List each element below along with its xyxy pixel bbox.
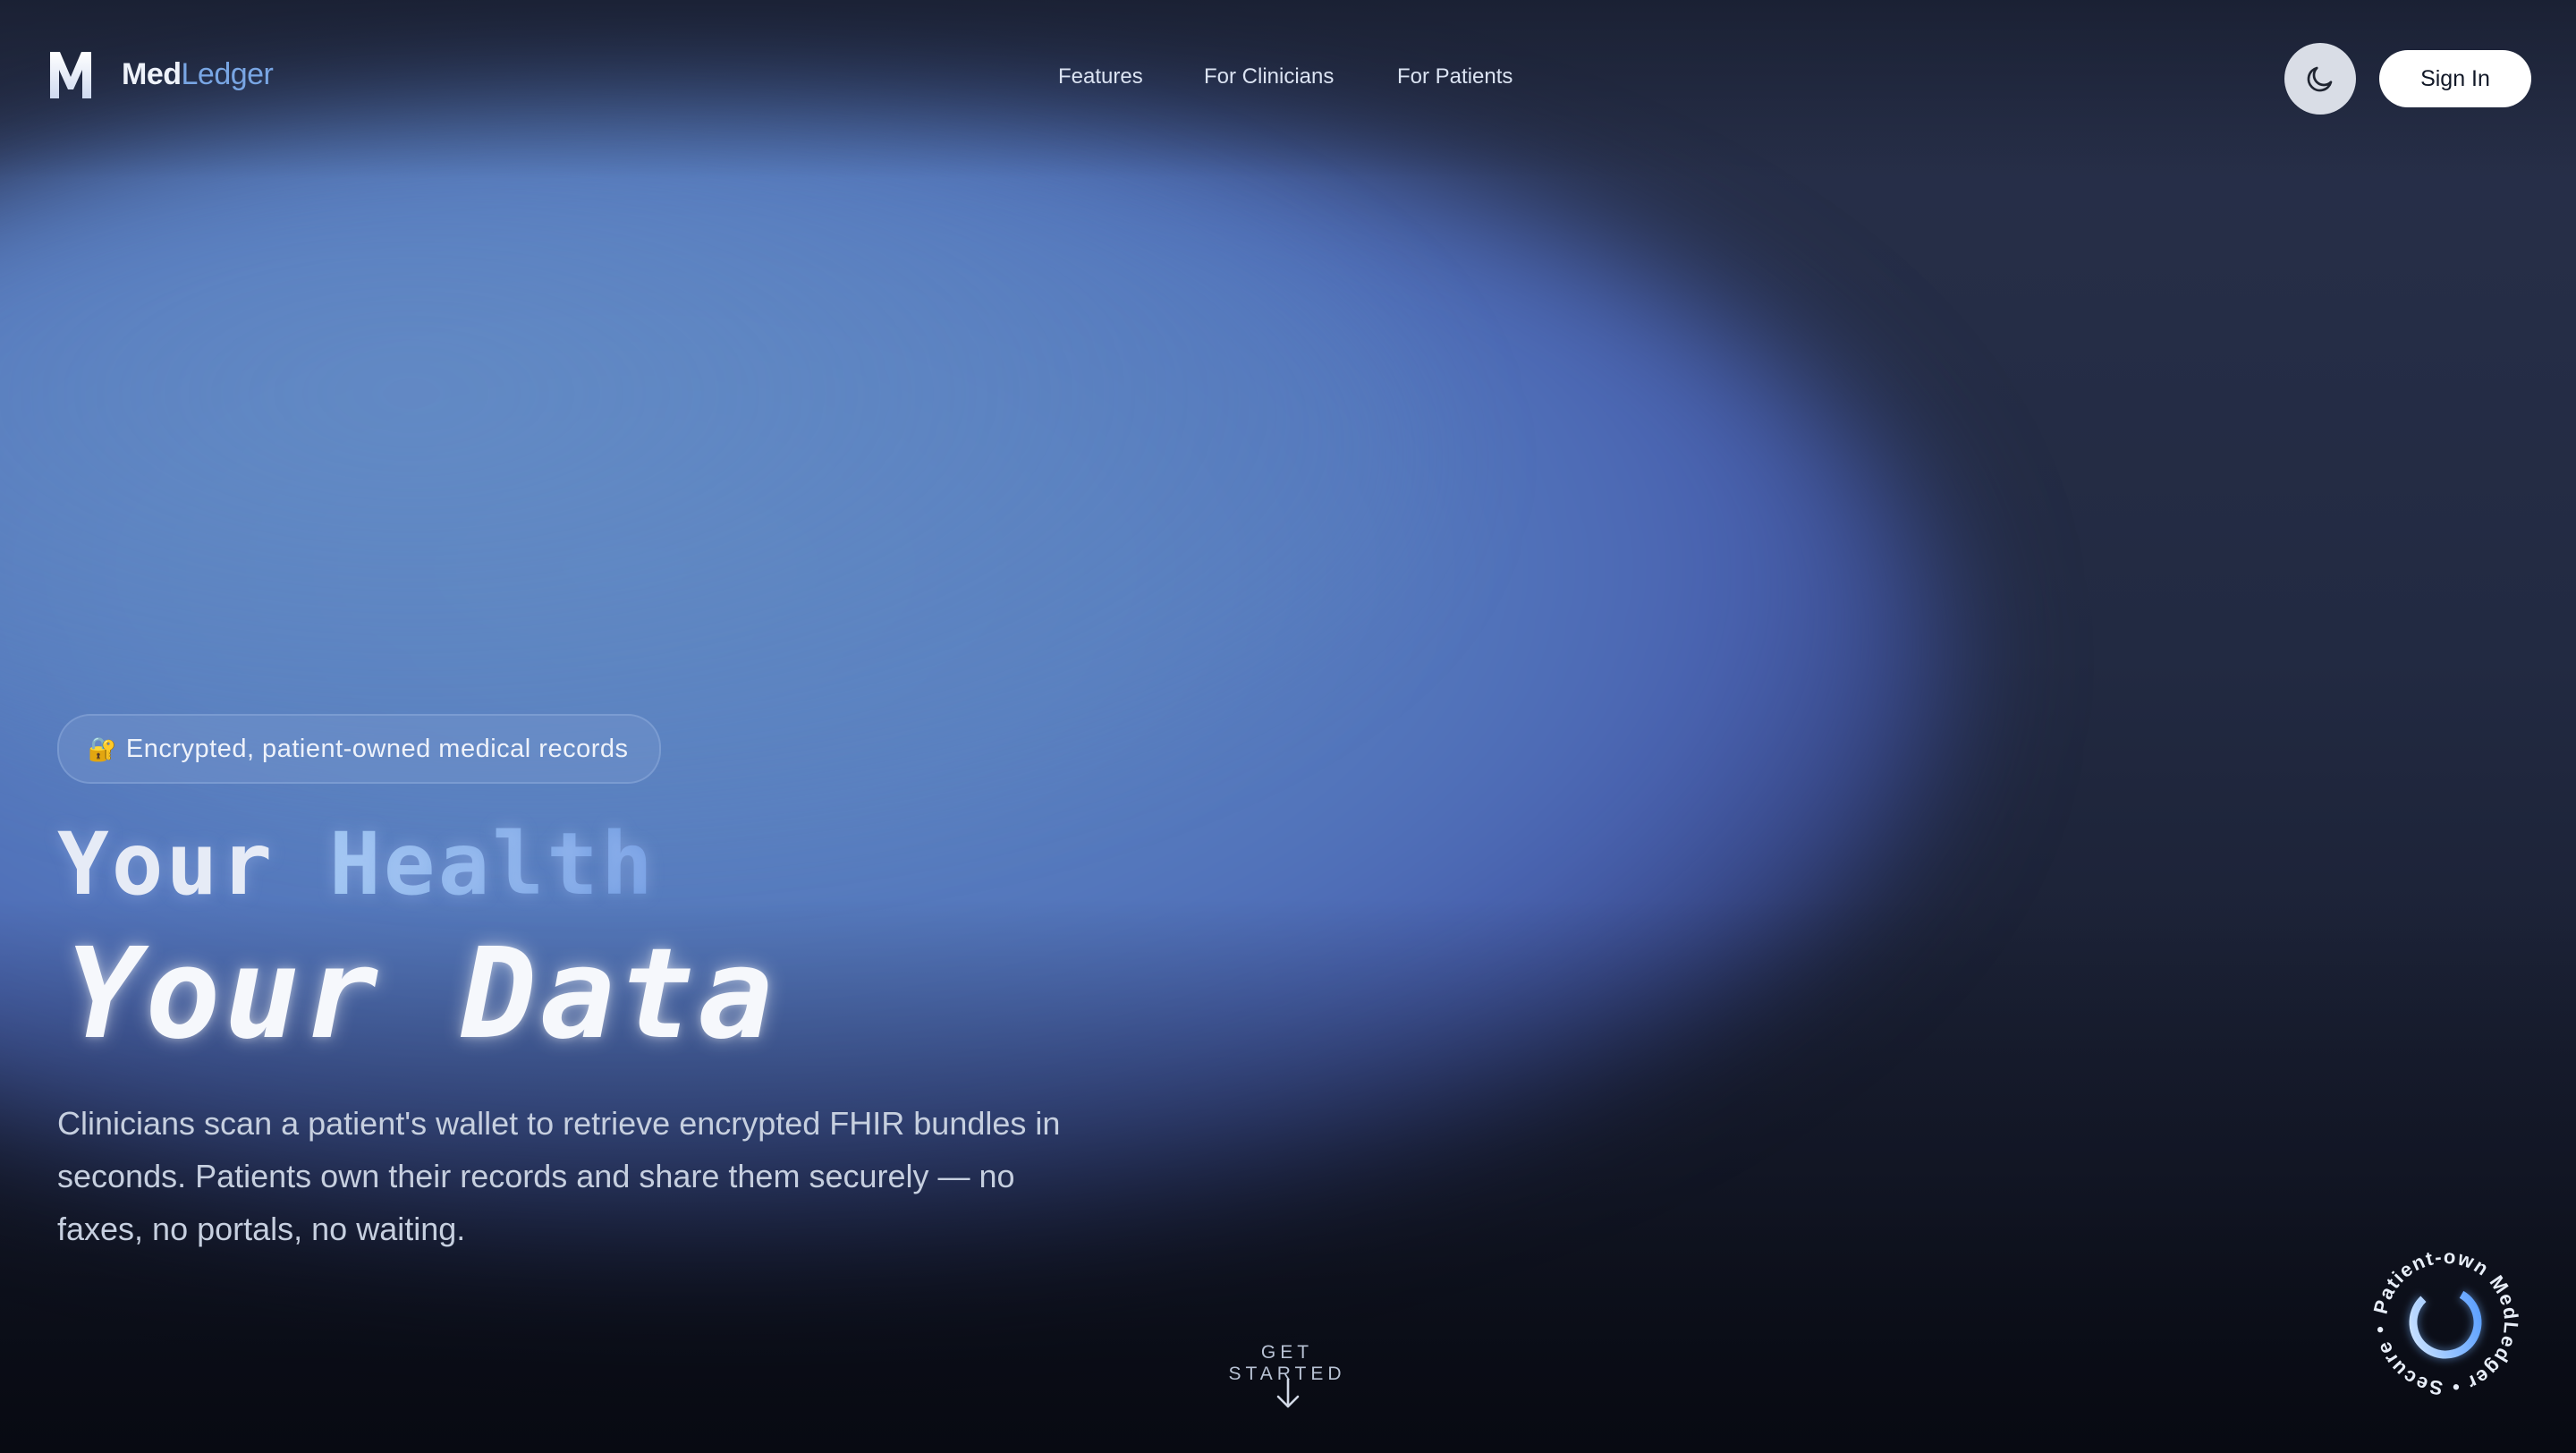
moon-icon: [2307, 66, 2333, 92]
circular-text-badge: Patient-own MedLedger • Secure •: [2372, 1249, 2519, 1396]
lock-key-icon: 🔐: [88, 735, 117, 762]
logo-icon: [50, 52, 91, 98]
feature-badge: 🔐 Encrypted, patient-owned medical recor…: [57, 714, 661, 784]
brand-name: MedLedger: [122, 57, 274, 92]
nav-for-patients[interactable]: For Patients: [1397, 64, 1513, 89]
background-top-fade: [0, 0, 2576, 179]
spinner-ring-glow: [2407, 1284, 2484, 1361]
nav-features[interactable]: Features: [1058, 64, 1143, 89]
hero-title-health: Health: [328, 814, 656, 914]
feature-badge-text: Encrypted, patient-owned medical records: [125, 734, 629, 763]
hero-title-line1: Your Health: [57, 814, 656, 914]
circular-badge-text: Patient-own MedLedger • Secure •: [2372, 1249, 2519, 1396]
theme-toggle-button[interactable]: [2284, 43, 2356, 115]
nav-for-clinicians[interactable]: For Clinicians: [1204, 64, 1334, 89]
hero-title-your: Your: [57, 814, 329, 914]
hero-title-line2: Your Data: [66, 922, 777, 1067]
hero-description: Clinicians scan a patient's wallet to re…: [57, 1105, 1061, 1247]
arrow-down-icon: [1276, 1378, 1300, 1408]
brand-name-part2: Ledger: [181, 57, 274, 91]
sign-in-button[interactable]: Sign In: [2379, 50, 2531, 107]
brand-name-part1: Med: [122, 57, 182, 91]
landing-page: MedLedger Features For Clinicians For Pa…: [0, 0, 2576, 1453]
